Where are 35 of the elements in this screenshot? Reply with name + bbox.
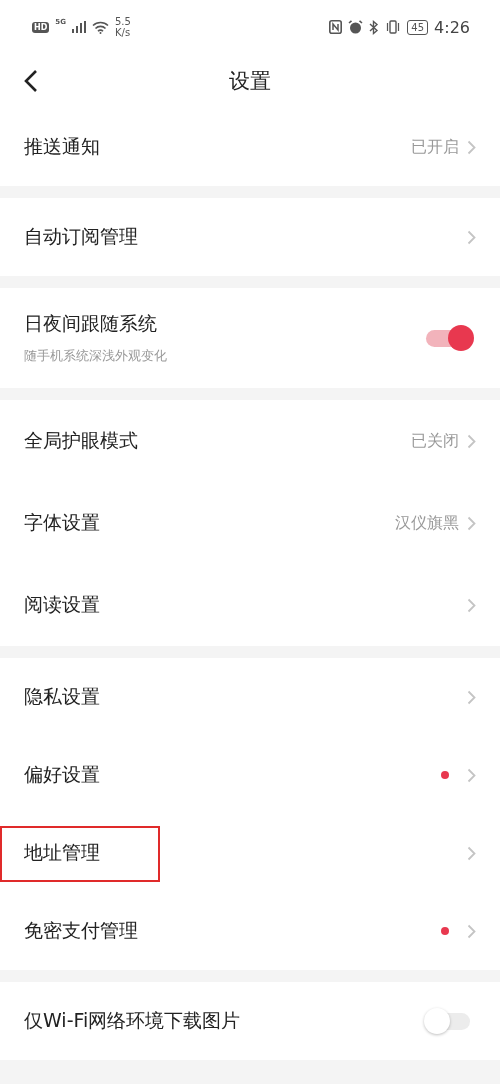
signal-icon bbox=[71, 21, 86, 33]
setting-label: 日夜间跟随系统 bbox=[24, 311, 158, 336]
battery-indicator: 45 bbox=[407, 19, 429, 35]
network-speed: 5.5 K/s bbox=[114, 16, 131, 38]
setting-label[interactable]: 字体设置 bbox=[24, 510, 100, 536]
hd-badge: HD bbox=[32, 21, 50, 33]
setting-subtitle: 随手机系统深浅外观变化 bbox=[24, 347, 168, 365]
page-title: 设置 bbox=[229, 68, 271, 95]
chevron-icon bbox=[467, 845, 476, 861]
setting-value: 已开启 bbox=[411, 136, 459, 158]
chevron-icon bbox=[467, 515, 476, 531]
alarm-icon bbox=[348, 19, 364, 35]
setting-label[interactable]: 自动订阅管理 bbox=[24, 224, 138, 250]
chevron-icon bbox=[467, 689, 476, 705]
setting-label[interactable]: 免密支付管理 bbox=[24, 918, 138, 944]
setting-value: 已关闭 bbox=[411, 430, 459, 452]
setting-value: 汉仪旗黑 bbox=[395, 512, 459, 534]
vibrate-icon bbox=[385, 20, 402, 34]
setting-label[interactable]: 推送通知 bbox=[24, 134, 100, 160]
nfc-icon bbox=[329, 20, 343, 34]
chevron-icon bbox=[467, 139, 476, 155]
clock: 4:26 bbox=[434, 17, 470, 37]
bluetooth-icon bbox=[369, 19, 380, 35]
setting-label[interactable]: 地址管理 bbox=[24, 840, 100, 866]
setting-label[interactable]: 阅读设置 bbox=[24, 592, 100, 618]
setting-label[interactable]: 全局护眼模式 bbox=[24, 428, 138, 454]
chevron-icon bbox=[467, 433, 476, 449]
chevron-icon bbox=[467, 229, 476, 245]
chevron-icon bbox=[467, 923, 476, 939]
setting-label: 仅Wi-Fi网络环境下载图片 bbox=[24, 1008, 242, 1033]
wifi-icon bbox=[91, 20, 109, 34]
chevron-icon bbox=[467, 597, 476, 613]
setting-label[interactable]: 偏好设置 bbox=[24, 762, 100, 788]
setting-label[interactable]: 隐私设置 bbox=[24, 684, 100, 710]
chevron-icon bbox=[467, 767, 476, 783]
